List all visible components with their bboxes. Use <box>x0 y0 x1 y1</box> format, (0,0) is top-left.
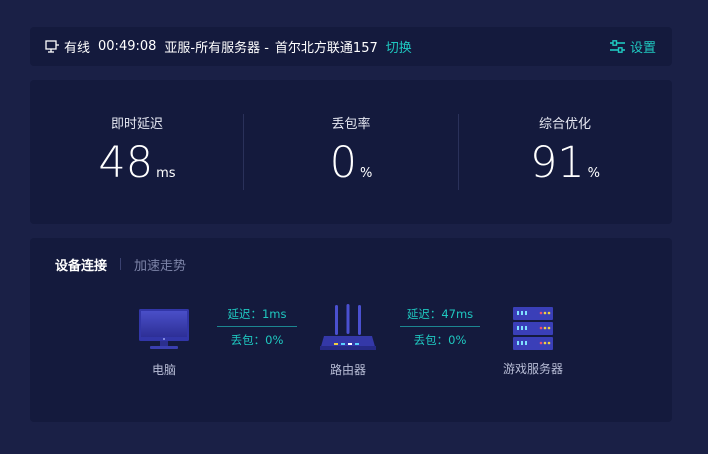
status-bar: 有线 00:49:08 亚服-所有服务器 - 首尔北方联通157 切换 设置 <box>30 27 672 66</box>
connection-panel: 设备连接 加速走势 电脑 延迟：1ms 丢包：0% 路由器 延迟：47ms 丢包… <box>30 238 672 422</box>
game-server-label: 游戏服务器 <box>502 362 563 376</box>
panel-tabs: 设备连接 加速走势 <box>55 255 186 274</box>
packet-loss-stat: 丢包率 0 % <box>244 80 458 224</box>
router-server-latency: 延迟：47ms <box>406 307 474 321</box>
link-line <box>217 326 297 327</box>
router-server-link: 延迟：47ms 丢包：0% <box>400 306 480 348</box>
optimization-label: 综合优化 <box>538 117 591 132</box>
settings-label: 设置 <box>629 41 656 56</box>
connection-status: 有线 <box>64 41 91 56</box>
server-node: 首尔北方联通157 <box>274 41 378 56</box>
optimization-unit: % <box>587 166 601 181</box>
router-server-loss: 丢包：0% <box>413 333 467 347</box>
packet-loss-value: 0 <box>329 138 357 188</box>
stats-panel: 即时延迟 48 ms 丢包率 0 % 综合优化 91 % <box>30 80 672 224</box>
tab-divider <box>120 258 122 270</box>
packet-loss-label: 丢包率 <box>331 117 371 132</box>
settings-sliders-icon <box>609 39 625 53</box>
wired-network-icon <box>44 39 60 55</box>
latency-unit: ms <box>156 166 176 181</box>
pc-router-loss: 丢包：0% <box>230 333 284 347</box>
optimization-value: 91 <box>529 138 585 188</box>
router-icon <box>320 304 376 350</box>
settings-button[interactable]: 设置 <box>609 27 656 66</box>
latency-stat: 即时延迟 48 ms <box>30 80 244 224</box>
latency-value: 48 <box>98 138 154 188</box>
latency-label: 即时延迟 <box>110 117 163 132</box>
switch-server-button[interactable]: 切换 <box>386 37 412 56</box>
connection-info: 有线 00:49:08 亚服-所有服务器 - 首尔北方联通157 切换 <box>44 27 412 66</box>
tab-device-connection[interactable]: 设备连接 <box>55 255 107 274</box>
optimization-stat: 综合优化 91 % <box>458 80 672 224</box>
session-timer: 00:49:08 <box>98 39 157 54</box>
pc-label: 电脑 <box>151 363 176 377</box>
router-label: 路由器 <box>329 363 366 377</box>
server-region: 亚服-所有服务器 - <box>164 41 269 56</box>
computer-icon <box>139 309 189 349</box>
pc-device: 电脑 <box>134 307 194 378</box>
packet-loss-unit: % <box>360 166 373 181</box>
pc-router-link: 延迟：1ms 丢包：0% <box>217 306 297 348</box>
link-line <box>400 326 480 327</box>
server-rack-icon <box>513 307 553 350</box>
game-server-device: 游戏服务器 <box>493 306 573 377</box>
router-device: 路由器 <box>318 304 378 378</box>
tab-acceleration-trend[interactable]: 加速走势 <box>134 255 186 274</box>
pc-router-latency: 延迟：1ms <box>227 307 287 321</box>
